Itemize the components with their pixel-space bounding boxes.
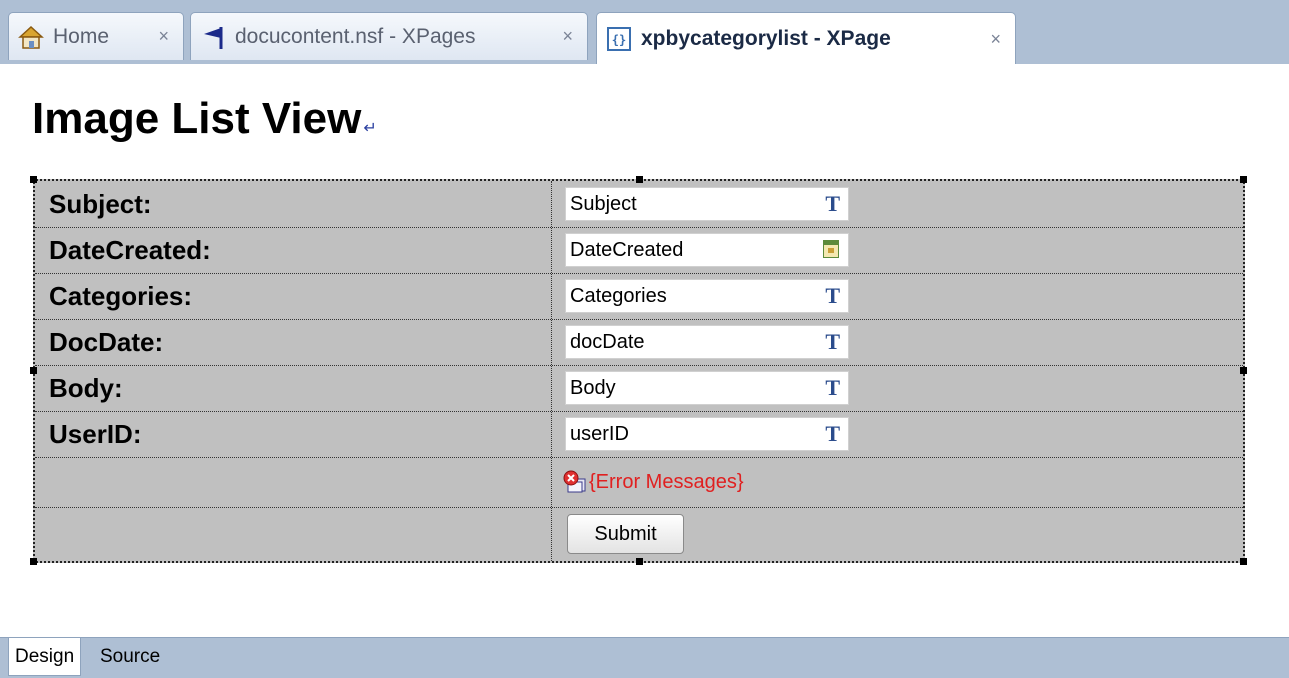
tab-label: Home: [53, 24, 110, 48]
subject-field[interactable]: Subject T: [565, 187, 849, 221]
resize-handle[interactable]: [636, 176, 643, 183]
error-messages-text: {Error Messages}: [589, 470, 744, 493]
field-value: userID: [570, 423, 629, 445]
body-field[interactable]: Body T: [565, 371, 849, 405]
close-icon[interactable]: ×: [990, 29, 1001, 50]
design-canvas[interactable]: Image List View ↵ Subject: Subject T Date…: [0, 64, 1289, 637]
field-label: Body:: [49, 373, 123, 403]
close-icon[interactable]: ×: [562, 26, 573, 47]
resize-handle[interactable]: [1240, 558, 1247, 565]
tab-label: docucontent.nsf - XPages: [235, 24, 476, 48]
field-label: UserID:: [49, 419, 142, 449]
field-value: DateCreated: [570, 239, 684, 261]
line-break-marker: ↵: [363, 120, 377, 137]
svg-text:{}: {}: [612, 33, 626, 47]
datecreated-field[interactable]: DateCreated: [565, 233, 849, 267]
field-label: Categories:: [49, 281, 193, 311]
home-icon: [17, 23, 45, 51]
close-icon[interactable]: ×: [158, 26, 169, 47]
submit-button[interactable]: Submit: [567, 514, 684, 554]
field-value: Subject: [570, 193, 637, 215]
page-title[interactable]: Image List View ↵: [32, 94, 377, 144]
field-value: docDate: [570, 331, 645, 353]
text-type-icon: T: [825, 375, 840, 400]
editor-tab-bar: Home × docucontent.nsf - XPages × {} xpb…: [0, 0, 1289, 65]
userid-field[interactable]: userID T: [565, 417, 849, 451]
xpage-icon: {}: [605, 25, 633, 53]
resize-handle[interactable]: [1240, 367, 1247, 374]
error-messages-control[interactable]: {Error Messages}: [563, 470, 744, 494]
field-label: Subject:: [49, 189, 152, 219]
field-label: DocDate:: [49, 327, 164, 357]
tab-source[interactable]: Source: [94, 638, 166, 676]
field-value: Categories: [570, 285, 667, 307]
docdate-field[interactable]: docDate T: [565, 325, 849, 359]
categories-field[interactable]: Categories T: [565, 279, 849, 313]
calendar-icon: [823, 240, 839, 258]
text-type-icon: T: [825, 421, 840, 446]
field-value: Body: [570, 377, 616, 399]
tab-xpbycategorylist[interactable]: {} xpbycategorylist - XPage ×: [596, 12, 1016, 65]
tab-label: xpbycategorylist - XPage: [641, 27, 891, 50]
view-mode-tabs: Design Source: [0, 637, 1289, 678]
flag-icon: [199, 23, 227, 51]
tab-home[interactable]: Home ×: [8, 12, 184, 60]
tab-design[interactable]: Design: [8, 638, 82, 676]
field-label: DateCreated:: [49, 235, 211, 265]
error-icon: [563, 470, 587, 494]
form-table[interactable]: Subject: Subject T DateCreated: DateCrea…: [30, 176, 1247, 565]
text-type-icon: T: [825, 283, 840, 308]
resize-handle[interactable]: [1240, 176, 1247, 183]
resize-handle[interactable]: [30, 558, 37, 565]
tab-docucontent[interactable]: docucontent.nsf - XPages ×: [190, 12, 588, 60]
resize-handle[interactable]: [30, 176, 37, 183]
resize-handle[interactable]: [636, 558, 643, 565]
text-type-icon: T: [825, 329, 840, 354]
resize-handle[interactable]: [30, 367, 37, 374]
text-type-icon: T: [825, 191, 840, 216]
page-title-text: Image List View: [32, 94, 362, 143]
